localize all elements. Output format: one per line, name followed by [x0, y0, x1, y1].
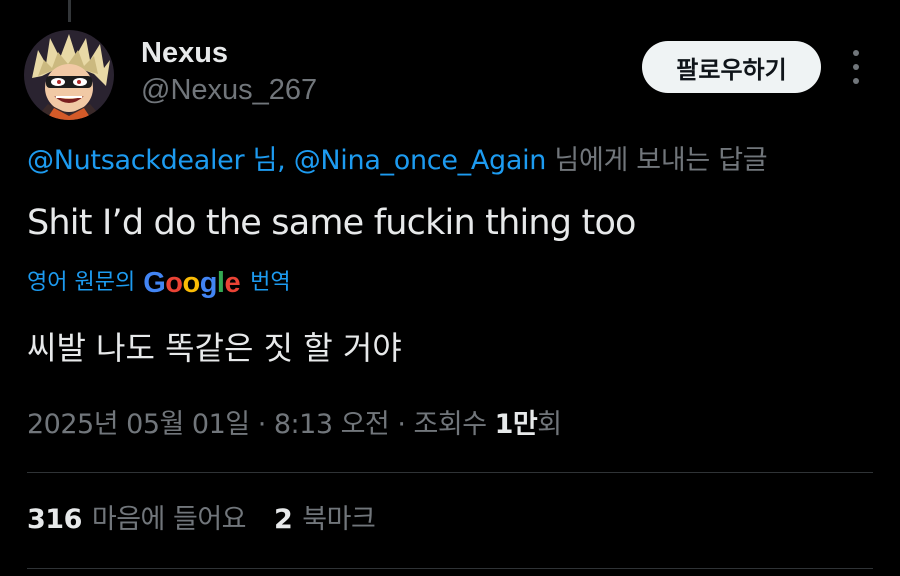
divider	[27, 568, 873, 569]
follow-button[interactable]: 팔로우하기	[642, 41, 821, 93]
more-options-icon[interactable]	[846, 50, 866, 84]
likes-label: 마음에 들어요	[91, 504, 247, 535]
meta-separator: ·	[389, 409, 414, 440]
translation-attribution[interactable]: 영어 원문의 Google 번역	[27, 266, 291, 300]
reply-suffix: 님에게 보내는 답글	[546, 145, 768, 176]
views-unit: 회	[537, 409, 562, 440]
divider	[27, 472, 873, 473]
bookmarks-label: 북마크	[302, 504, 376, 535]
tweet-date[interactable]: 2025년 05월 01일	[27, 409, 250, 440]
meta-separator: ·	[249, 409, 274, 440]
mention-link[interactable]: @Nutsackdealer	[27, 145, 245, 176]
views-count: 1만	[494, 409, 538, 440]
mention-link[interactable]: @Nina_once_Again	[294, 145, 547, 176]
translated-text: 씨발 나도 똑같은 짓 할 거야	[27, 329, 402, 367]
translation-prefix: 영어 원문의	[27, 270, 136, 295]
tweet-metadata: 2025년 05월 01일 · 8:13 오전 · 조회수 1만회	[27, 405, 562, 445]
views-label: 조회수	[413, 409, 495, 440]
author-avatar[interactable]	[24, 30, 114, 120]
bookmarks-count: 2	[274, 504, 293, 535]
more-dot	[853, 50, 859, 56]
replying-to-line: @Nutsackdealer 님, @Nina_once_Again 님에게 보…	[27, 144, 768, 178]
more-dot	[853, 78, 859, 84]
google-logo: Google	[143, 267, 241, 299]
author-handle[interactable]: @Nexus_267	[141, 73, 317, 107]
anime-avatar-icon	[24, 30, 114, 120]
thread-connector-line	[68, 0, 71, 22]
tweet-text: Shit I’d do the same fuckin thing too	[27, 203, 636, 243]
translation-suffix: 번역	[250, 270, 291, 295]
likes-stat[interactable]: 316 마음에 들어요	[27, 500, 247, 540]
tweet-time[interactable]: 8:13 오전	[274, 409, 390, 440]
likes-count: 316	[27, 504, 82, 535]
bookmarks-stat[interactable]: 2 북마크	[274, 500, 376, 540]
author-name[interactable]: Nexus	[141, 36, 228, 70]
more-dot	[853, 64, 859, 70]
engagement-stats: 316 마음에 들어요 2 북마크	[27, 500, 376, 540]
mention-separator: 님,	[244, 145, 294, 176]
